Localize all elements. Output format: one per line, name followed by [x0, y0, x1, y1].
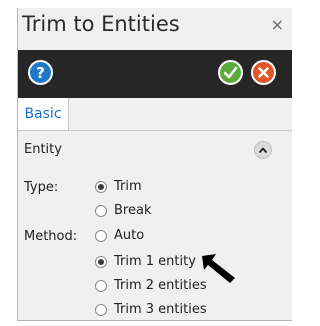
ok-check-icon[interactable] [218, 60, 243, 85]
radio-label: Auto [114, 228, 145, 243]
radio-button[interactable] [95, 230, 107, 242]
radio-label: Trim 2 entities [114, 278, 207, 293]
chevron-up-icon[interactable] [254, 141, 272, 159]
radio-button[interactable] [95, 280, 107, 292]
toolbar: ? [18, 50, 292, 98]
close-icon[interactable]: × [271, 15, 284, 34]
tab-basic[interactable]: Basic [18, 98, 69, 130]
method-label: Method: [24, 229, 78, 244]
section-title: Entity [24, 142, 62, 157]
radio-label: Trim 3 entities [114, 302, 207, 317]
trim-to-entities-panel: Trim to Entities × ? Basic Entity Type: … [17, 8, 292, 321]
pointer-arrow-icon [202, 254, 235, 283]
entity-section: Entity Type: Trim Break Method: Auto Tri… [18, 131, 292, 320]
title-bar: Trim to Entities × [18, 8, 292, 44]
radio-button[interactable] [95, 205, 107, 217]
radio-label: Break [114, 203, 152, 218]
type-label: Type: [24, 180, 59, 195]
help-icon[interactable]: ? [28, 60, 53, 85]
radio-button[interactable] [95, 256, 107, 268]
radio-button[interactable] [95, 304, 107, 316]
radio-button[interactable] [95, 181, 107, 193]
cancel-icon[interactable] [251, 60, 276, 85]
radio-label: Trim [114, 179, 142, 194]
tab-bar: Basic [18, 98, 292, 131]
svg-text:?: ? [36, 64, 45, 82]
radio-label: Trim 1 entity [114, 254, 196, 269]
panel-title: Trim to Entities [22, 12, 180, 36]
